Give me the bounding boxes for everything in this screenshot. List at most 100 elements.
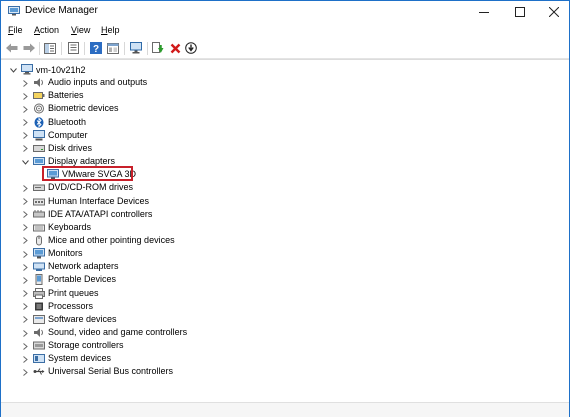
chevron-right-icon xyxy=(22,277,28,284)
device-category-label[interactable]: Print queues xyxy=(48,287,99,299)
expand-chevron[interactable] xyxy=(21,368,29,376)
expand-chevron[interactable] xyxy=(21,211,29,219)
close-button[interactable] xyxy=(539,1,569,23)
device-category-label[interactable]: Audio inputs and outputs xyxy=(48,76,147,88)
help-button[interactable]: ? xyxy=(89,41,103,55)
expand-chevron[interactable] xyxy=(21,184,29,192)
status-bar xyxy=(1,402,569,417)
chevron-right-icon xyxy=(22,237,28,245)
processor-icon xyxy=(35,302,43,311)
expand-chevron[interactable] xyxy=(21,105,29,113)
chevron-right-icon xyxy=(22,119,28,126)
menu-action-label: ction xyxy=(40,25,60,35)
help-icon: ? xyxy=(90,42,102,54)
disable-device-button[interactable] xyxy=(184,41,198,55)
chevron-right-icon xyxy=(22,290,28,297)
window-title: Device Manager xyxy=(25,5,98,16)
device-category-label[interactable]: Universal Serial Bus controllers xyxy=(48,365,173,377)
device-category-label[interactable]: Storage controllers xyxy=(48,339,124,351)
chevron-right-icon xyxy=(22,369,28,376)
hid-icon xyxy=(33,198,45,205)
chevron-right-icon xyxy=(22,132,28,140)
chevron-right-icon xyxy=(22,316,28,324)
menu-view[interactable]: View xyxy=(71,25,90,35)
scan-hardware-button[interactable] xyxy=(129,41,143,55)
forward-button[interactable] xyxy=(22,41,36,55)
tree-root-label[interactable]: vm-10v21h2 xyxy=(36,64,86,76)
device-category-label[interactable]: Network adapters xyxy=(48,260,119,272)
chevron-right-icon xyxy=(22,329,28,337)
expand-chevron[interactable] xyxy=(21,224,29,232)
chevron-right-icon xyxy=(22,355,28,363)
ide-controller-icon xyxy=(33,209,45,218)
device-category-label[interactable]: Human Interface Devices xyxy=(48,195,149,207)
device-category-label[interactable]: Sound, video and game controllers xyxy=(48,326,187,338)
device-category-label[interactable]: Batteries xyxy=(48,89,84,101)
expand-chevron[interactable] xyxy=(21,237,29,245)
chevron-right-icon xyxy=(22,224,28,232)
device-category-label[interactable]: Biometric devices xyxy=(48,102,119,114)
maximize-icon xyxy=(515,7,525,17)
maximize-button[interactable] xyxy=(505,1,535,23)
device-category-label[interactable]: System devices xyxy=(48,352,111,364)
scan-hardware-icon xyxy=(129,42,142,54)
properties-button[interactable] xyxy=(66,41,80,55)
menu-action[interactable]: Action xyxy=(34,25,59,35)
toolbar-separator xyxy=(61,42,62,55)
expand-chevron[interactable] xyxy=(21,355,29,363)
device-category-label[interactable]: Monitors xyxy=(48,247,83,259)
expand-chevron[interactable] xyxy=(21,119,29,127)
expand-chevron[interactable] xyxy=(21,198,29,206)
device-category-label[interactable]: Keyboards xyxy=(48,221,91,233)
expand-chevron[interactable] xyxy=(21,250,29,258)
device-category-label[interactable]: Software devices xyxy=(48,313,117,325)
minimize-button[interactable] xyxy=(469,1,499,23)
device-category-label[interactable]: Mice and other pointing devices xyxy=(48,234,175,246)
uninstall-button[interactable] xyxy=(168,41,182,55)
minimize-icon xyxy=(479,12,489,13)
close-icon xyxy=(549,7,559,17)
toolbar: ? xyxy=(1,39,569,59)
expand-chevron[interactable] xyxy=(21,303,29,311)
software-device-icon xyxy=(33,314,45,324)
collapse-chevron[interactable] xyxy=(21,158,29,166)
computer-root-icon xyxy=(21,64,33,75)
expand-chevron[interactable] xyxy=(21,290,29,298)
device-category-label[interactable]: Processors xyxy=(48,300,93,312)
computer-icon xyxy=(33,129,45,141)
expand-chevron[interactable] xyxy=(21,92,29,100)
back-button[interactable] xyxy=(5,41,19,55)
uninstall-icon xyxy=(170,43,180,53)
expand-chevron[interactable] xyxy=(21,342,29,350)
fingerprint-icon xyxy=(34,103,44,114)
expand-chevron[interactable] xyxy=(21,329,29,337)
device-category-label[interactable]: Portable Devices xyxy=(48,273,116,285)
view-button[interactable] xyxy=(106,41,120,55)
expand-chevron[interactable] xyxy=(21,79,29,87)
menu-bar: File Action View Help xyxy=(1,24,569,38)
toolbar-separator xyxy=(39,42,40,55)
chevron-right-icon xyxy=(22,263,28,271)
menu-view-label: iew xyxy=(76,25,91,35)
device-category-label[interactable]: Disk drives xyxy=(48,142,92,154)
expand-chevron[interactable] xyxy=(21,263,29,271)
view-icon xyxy=(107,42,119,54)
title-bar[interactable]: Device Manager xyxy=(1,1,569,23)
expand-chevron[interactable] xyxy=(21,145,29,153)
menu-file[interactable]: File xyxy=(8,25,23,35)
device-category-label[interactable]: DVD/CD-ROM drives xyxy=(48,181,133,193)
collapse-chevron[interactable] xyxy=(9,66,17,74)
expand-chevron[interactable] xyxy=(21,316,29,324)
show-hide-tree-button[interactable] xyxy=(43,41,57,55)
device-category-label[interactable]: Computer xyxy=(48,129,88,141)
system-device-icon xyxy=(33,354,45,364)
expand-chevron[interactable] xyxy=(21,132,29,140)
update-driver-button[interactable] xyxy=(151,41,165,55)
toolbar-separator xyxy=(84,42,85,55)
chevron-down-icon xyxy=(21,159,29,165)
menu-help[interactable]: Help xyxy=(101,25,120,35)
device-category-label[interactable]: Bluetooth xyxy=(48,116,86,128)
dvd-drive-icon xyxy=(33,184,45,192)
device-category-label[interactable]: IDE ATA/ATAPI controllers xyxy=(48,208,152,220)
expand-chevron[interactable] xyxy=(21,276,29,284)
